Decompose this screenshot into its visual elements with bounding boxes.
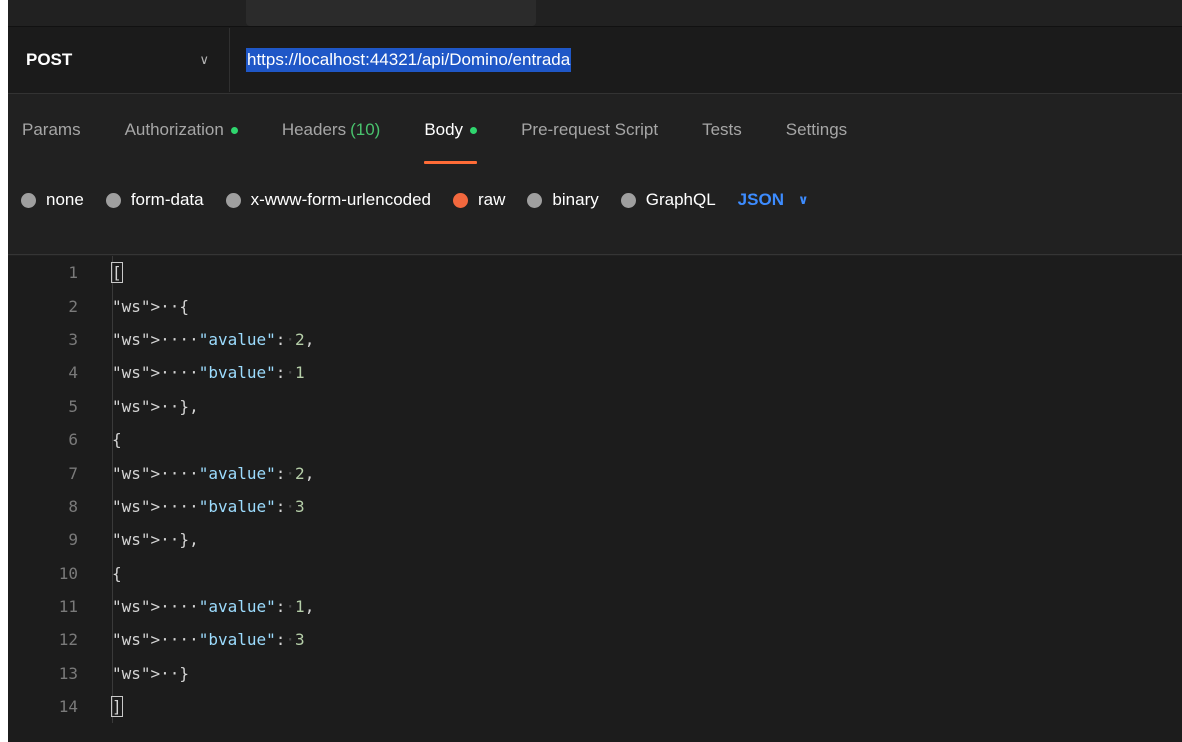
line-number: 7: [68, 463, 78, 483]
line-number: 4: [68, 363, 78, 383]
chevron-down-icon: ∨: [797, 192, 809, 207]
line-number: 6: [68, 430, 78, 450]
editor-line: 2 "ws">··{: [8, 289, 1182, 323]
line-number: 14: [58, 697, 78, 717]
headers-count: (10): [350, 120, 381, 139]
line-number: 11: [58, 597, 78, 617]
tooltip-strip: [246, 0, 536, 26]
code-text: "ws">··}: [112, 663, 190, 683]
editor-line: 7 "ws">····"avalue":·2,: [8, 456, 1182, 490]
line-number: 8: [68, 496, 78, 516]
editor-line: 3 "ws">····"avalue":·2,: [8, 322, 1182, 357]
code-text: "ws">····"avalue":·2,: [112, 463, 315, 483]
divider: [8, 254, 1182, 255]
code-text: [: [111, 262, 123, 284]
code-text: "ws">····"avalue":·2,: [112, 329, 315, 349]
body-mode-options: none form-data x-www-form-urlencoded raw…: [8, 170, 1182, 230]
tab-tests[interactable]: Tests: [702, 92, 742, 168]
editor-line: 9 "ws">··},: [8, 523, 1182, 557]
radio-raw[interactable]: raw: [453, 190, 505, 210]
line-number: 5: [68, 396, 78, 416]
radio-icon: [225, 192, 241, 208]
line-number: 2: [68, 296, 78, 316]
radio-icon: [105, 192, 121, 208]
code-text: "ws">··},: [112, 396, 199, 416]
line-number: 1: [68, 263, 78, 283]
line-number: 10: [58, 563, 78, 583]
radio-icon: [21, 192, 36, 208]
status-dot-icon: [470, 126, 478, 134]
postman-app: POST ∨ https://localhost:44321/api/Domin…: [8, 0, 1182, 742]
radio-icon: [527, 192, 543, 208]
tab-headers[interactable]: Headers (10): [282, 92, 381, 168]
method-label: POST: [26, 50, 73, 69]
chevron-down-icon: ∨: [199, 52, 209, 67]
code-text: "ws">··},: [112, 530, 199, 550]
tab-body[interactable]: Body: [424, 92, 478, 168]
tab-settings[interactable]: Settings: [786, 92, 847, 168]
editor-line: 13 "ws">··}: [8, 656, 1182, 691]
editor-line: 1[: [8, 256, 1182, 290]
radio-selected-icon: [453, 192, 469, 208]
method-dropdown[interactable]: POST ∨: [8, 28, 230, 92]
code-text: {: [112, 563, 122, 583]
radio-binary[interactable]: binary: [527, 190, 599, 210]
code-text: "ws">····"bvalue":·1: [112, 363, 305, 383]
radio-x-www-form-urlencoded[interactable]: x-www-form-urlencoded: [225, 190, 431, 210]
url-input[interactable]: https://localhost:44321/api/Domino/entra…: [246, 48, 572, 72]
request-tabs: Params Authorization Headers (10) Body Pr…: [8, 92, 1182, 168]
radio-none[interactable]: none: [21, 190, 84, 210]
code-text: "ws">····"avalue":·1,: [112, 597, 315, 617]
line-number: 3: [68, 329, 78, 349]
editor-line: 5 "ws">··},: [8, 389, 1182, 423]
radio-icon: [620, 192, 636, 208]
status-dot-icon: [230, 126, 238, 134]
radio-form-data[interactable]: form-data: [105, 190, 204, 210]
editor-line: 11 "ws">····"avalue":·1,: [8, 589, 1182, 624]
editor-line: 12 "ws">····"bvalue":·3: [8, 623, 1182, 657]
tab-params[interactable]: Params: [22, 92, 81, 168]
code-text: "ws">····"bvalue":·3: [112, 496, 305, 516]
line-number: 12: [58, 630, 78, 650]
tab-pre-request-script[interactable]: Pre-request Script: [521, 92, 658, 168]
tab-authorization[interactable]: Authorization: [125, 92, 238, 168]
editor-line: 4 "ws">····"bvalue":·1: [8, 356, 1182, 390]
code-editor[interactable]: 1[2 "ws">··{3 "ws">····"avalue":·2, 4 "ws">·…: [8, 256, 1182, 742]
editor-line: 6{: [8, 422, 1182, 457]
editor-line: 10 {: [8, 556, 1182, 590]
editor-line: 14]: [8, 690, 1182, 724]
editor-line: 8 "ws">····"bvalue":·3: [8, 489, 1182, 524]
request-bar: POST ∨ https://localhost:44321/api/Domin…: [8, 26, 1182, 94]
code-text: "ws">····"bvalue":·3: [112, 630, 305, 650]
code-text: {: [112, 430, 122, 450]
line-number: 9: [68, 530, 78, 550]
radio-graphql[interactable]: GraphQL: [620, 190, 716, 210]
code-text: ]: [111, 696, 123, 718]
format-dropdown[interactable]: JSON ∨: [738, 190, 809, 210]
line-number: 13: [58, 663, 78, 683]
code-text: "ws">··{: [112, 296, 190, 316]
